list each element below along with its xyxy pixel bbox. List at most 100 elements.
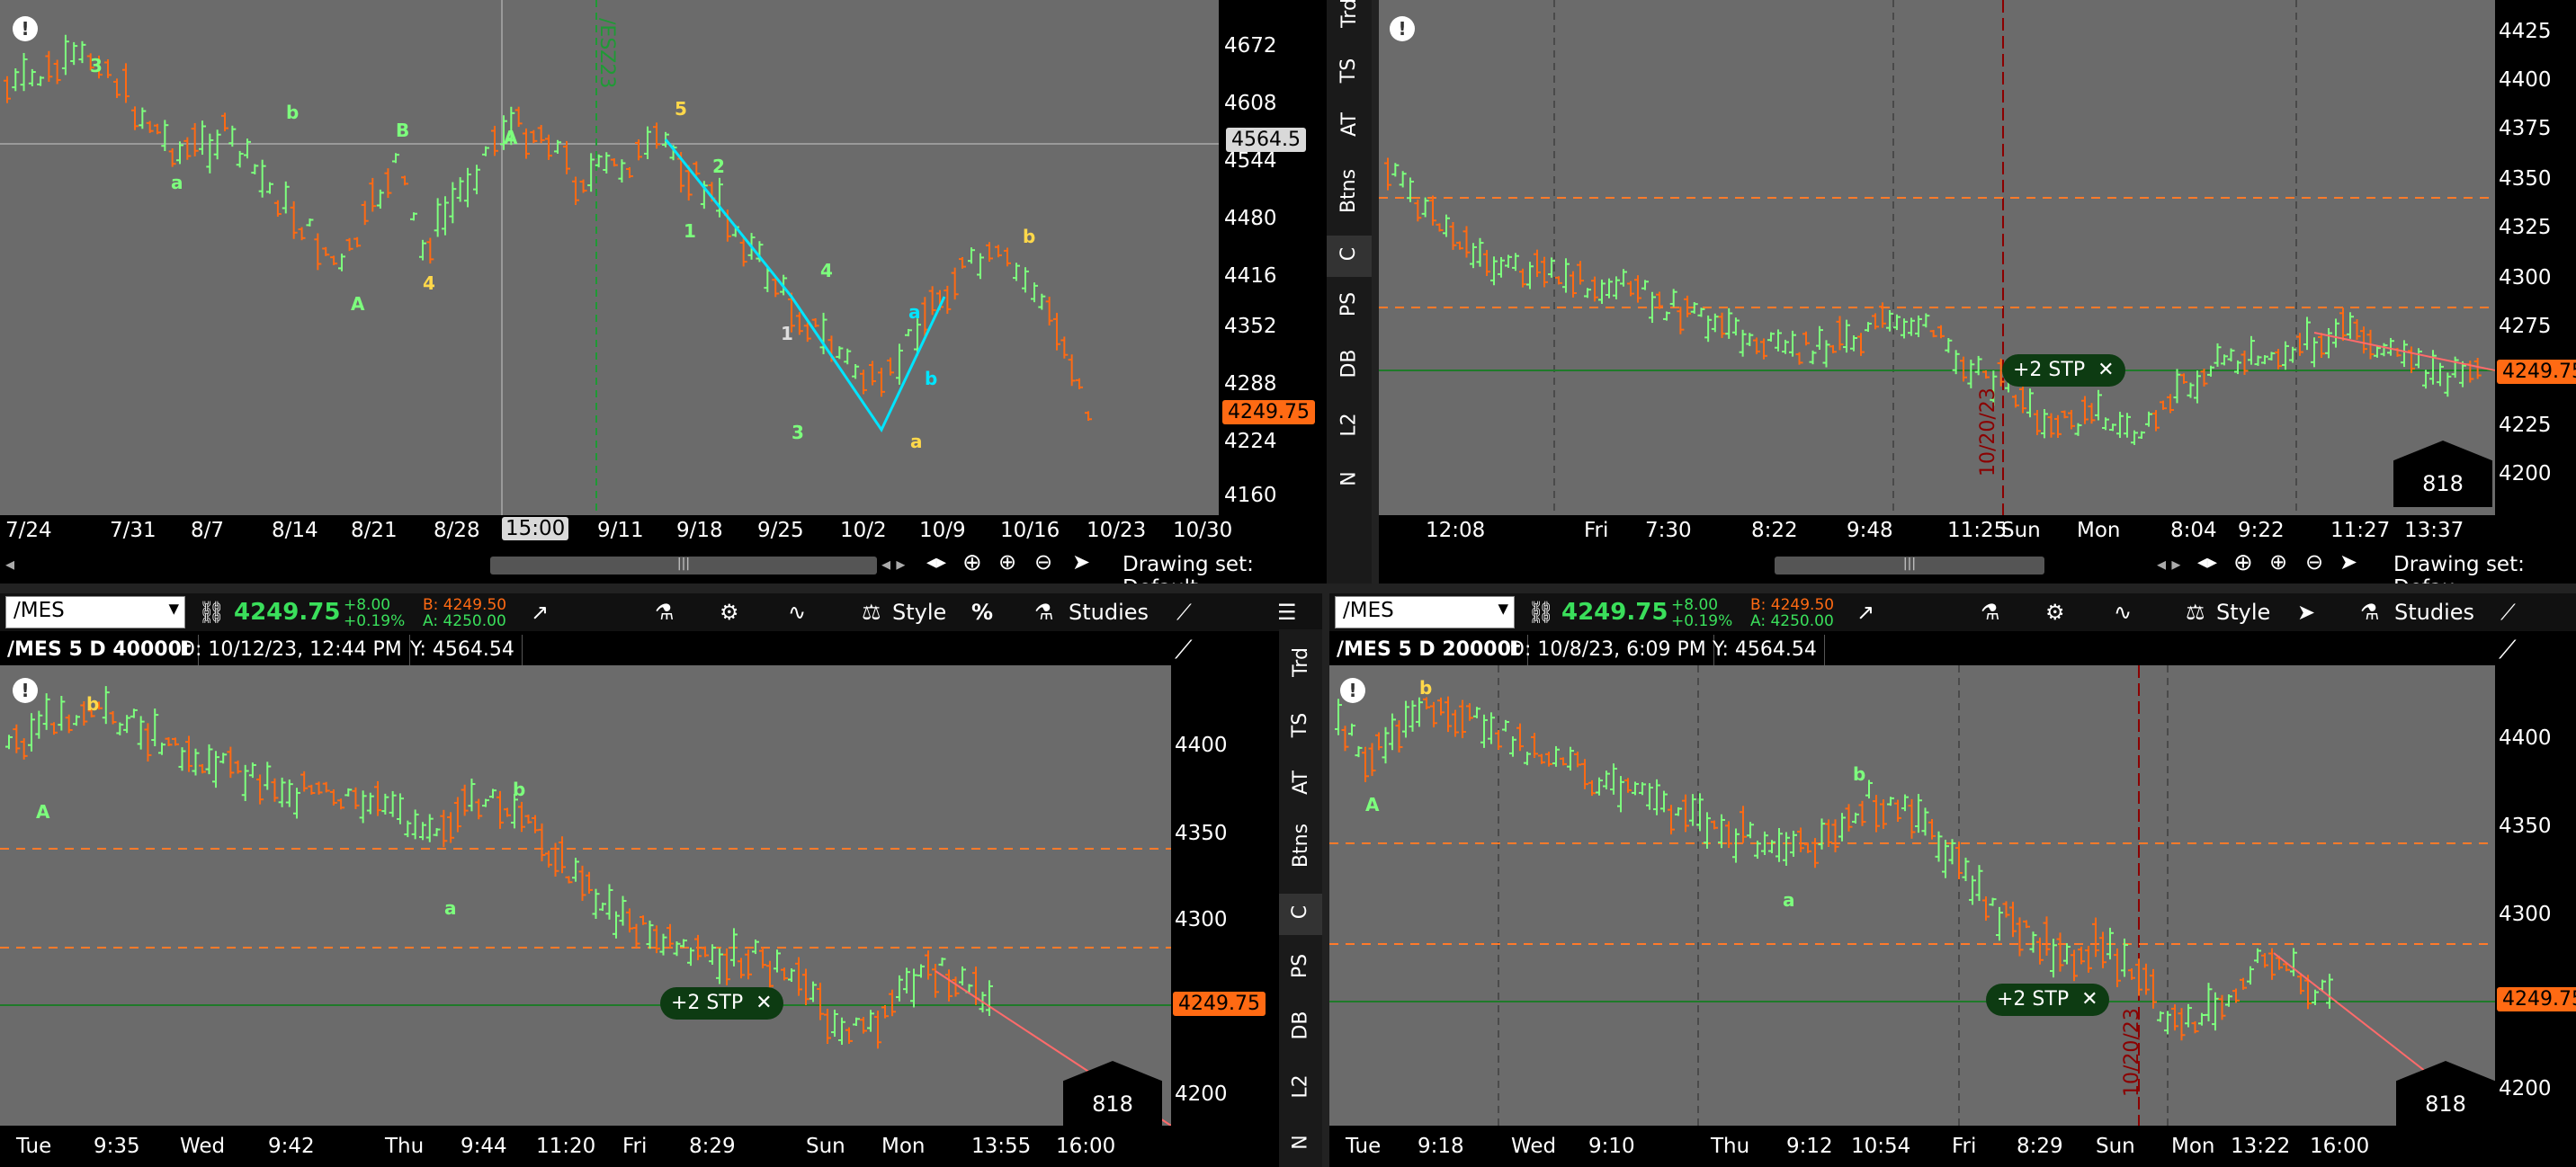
zoom-in-icon[interactable]: ⊕ bbox=[998, 549, 1016, 575]
cursor-icon[interactable]: ➤ bbox=[1072, 549, 1090, 575]
gear-icon[interactable]: ⚙ bbox=[2045, 593, 2065, 631]
expand-icon[interactable]: ◂▸ bbox=[2197, 551, 2217, 574]
flask-icon[interactable]: ⚗ bbox=[1981, 593, 2000, 631]
price-chart-top-left[interactable]: /ESZ23 a b B A 4 5 2 1 4 3 a b 1 a b 3 A bbox=[0, 0, 1219, 515]
tab-at[interactable]: AT bbox=[1279, 771, 1322, 795]
drawing-tools-icon[interactable]: ⟋ bbox=[2500, 593, 2516, 631]
price-chart-bottom-right[interactable]: b Ab a bbox=[1329, 665, 2495, 1126]
stop-order-label[interactable]: +2 STP ✕ bbox=[660, 987, 783, 1020]
cursor-icon[interactable]: ➤ bbox=[2297, 593, 2315, 631]
close-icon[interactable]: ✕ bbox=[2097, 359, 2114, 381]
crosshair-icon[interactable]: ⊕ bbox=[2233, 549, 2253, 576]
tab-n[interactable]: N bbox=[1279, 1131, 1322, 1154]
drawing-tools-icon[interactable]: ⟋ bbox=[1175, 635, 1193, 665]
style-icon[interactable]: ⚖ bbox=[2186, 593, 2205, 631]
chart-bottom-left[interactable]: ! bAba +2 STP ✕ 818 bbox=[0, 665, 1171, 1127]
wave-label: b bbox=[1023, 226, 1035, 247]
toolbar-bottom-left[interactable]: /MES ▾ ⛓ 4249.75 +8.00 +0.19% B: 4249.50 … bbox=[0, 593, 1322, 631]
studies-icon[interactable]: ⚗ bbox=[1034, 593, 1054, 631]
percent-icon[interactable]: % bbox=[971, 593, 993, 631]
chart-bottom-right[interactable]: ! bAba +2 STP ✕ 818 10/20/23 bbox=[1329, 665, 2495, 1127]
chevron-down-icon[interactable]: ▾ bbox=[1498, 597, 1508, 620]
pane-divider-vertical[interactable] bbox=[1322, 593, 1329, 1167]
style-button[interactable]: Style bbox=[2216, 593, 2270, 631]
menu-icon[interactable]: ☰ bbox=[1277, 593, 1297, 631]
style-icon[interactable]: ⚖ bbox=[862, 593, 881, 631]
pulse-icon[interactable]: ∿ bbox=[2114, 593, 2132, 631]
chart-top-right[interactable]: ! +2 STP ✕ 818 10/20/23 bbox=[1379, 0, 2495, 515]
flask-icon[interactable]: ⚗ bbox=[655, 593, 675, 631]
price-chart-top-right[interactable] bbox=[1379, 0, 2495, 515]
sidebar-bottom[interactable]: Trd TS AT Btns C PS DB L2 N bbox=[1279, 629, 1322, 1167]
chart-top-left[interactable]: ! /ESZ23 a b B A 4 5 2 1 4 3 a b 1 a b 3 A bbox=[0, 0, 1219, 515]
scroll-thumb[interactable]: ||| bbox=[1775, 557, 2044, 575]
crosshair-icon[interactable]: ⊕ bbox=[962, 549, 982, 576]
tab-ts[interactable]: TS bbox=[1279, 713, 1322, 737]
sidebar-top[interactable]: Trd TS AT Btns C PS DB L2 N bbox=[1327, 0, 1372, 584]
time-axis-top-right[interactable]: 12:08 Fri 7:30 8:22 9:48 11:25 Sun Mon 8… bbox=[1379, 515, 2576, 548]
scrollbar-top-right[interactable]: ||| ◂ ▸ ◂▸ ⊕ ⊕ ⊖ ➤ Drawing set: Defau bbox=[1379, 548, 2576, 600]
drawing-tools-icon[interactable]: ⟋ bbox=[2499, 635, 2517, 665]
tab-ps[interactable]: PS bbox=[1279, 954, 1322, 978]
toolbar-bottom-right[interactable]: /MES ▾ ⛓ 4249.75 +8.00 +0.19% B: 4249.50 … bbox=[1329, 593, 2576, 631]
scroll-right-icon[interactable]: ◂ ▸ bbox=[881, 553, 905, 575]
last-price-tag: 4249.75 bbox=[1173, 992, 1266, 1016]
price-axis-bottom-left[interactable]: ⟋ 4400 4350 4300 4250 4200 4249.75 bbox=[1171, 635, 1279, 1126]
tab-db[interactable]: DB bbox=[1327, 349, 1372, 378]
studies-icon[interactable]: ⚗ bbox=[2360, 593, 2380, 631]
price-chart-bottom-left[interactable]: b Ab a bbox=[0, 665, 1171, 1126]
share-icon[interactable]: ↗ bbox=[1856, 593, 1874, 631]
tab-at[interactable]: AT bbox=[1327, 112, 1372, 137]
tab-n[interactable]: N bbox=[1327, 468, 1372, 490]
date-label: 8/28 bbox=[434, 519, 480, 542]
tab-db[interactable]: DB bbox=[1279, 1011, 1322, 1039]
price-axis-bottom-right[interactable]: ⟋ 4400 4350 4300 4250 4200 4249.75 bbox=[2495, 635, 2576, 1126]
scroll-thumb[interactable]: ||| bbox=[490, 557, 877, 575]
zoom-out-icon[interactable]: ⊖ bbox=[2305, 549, 2323, 575]
scroll-left-icon[interactable]: ◂ bbox=[5, 553, 14, 575]
zoom-out-icon[interactable]: ⊖ bbox=[1034, 549, 1052, 575]
gear-icon[interactable]: ⚙ bbox=[720, 593, 739, 631]
close-icon[interactable]: ✕ bbox=[756, 992, 772, 1014]
tab-btns[interactable]: Btns bbox=[1279, 824, 1322, 868]
time-axis-top-left[interactable]: 7/24 7/31 8/7 8/14 8/21 8/28 15:00 9/11 … bbox=[0, 515, 1327, 548]
scrollbar-top-left[interactable]: ◂ ||| ◂ ▸ ◂▸ ⊕ ⊕ ⊖ ➤ Drawing set: Defaul… bbox=[0, 548, 1327, 600]
stop-order-label[interactable]: +2 STP ✕ bbox=[2002, 354, 2125, 387]
tab-ts[interactable]: TS bbox=[1327, 58, 1372, 83]
tab-c[interactable]: C bbox=[1279, 894, 1322, 935]
price-axis-top-left[interactable]: 4672 4608 4544 4480 4416 4352 4288 4224 … bbox=[1219, 0, 1327, 515]
link-icon[interactable]: ⛓ bbox=[1527, 593, 1554, 631]
studies-button[interactable]: Studies bbox=[1069, 593, 1149, 631]
zoom-in-icon[interactable]: ⊕ bbox=[2269, 549, 2287, 575]
pane-divider[interactable] bbox=[0, 584, 2576, 593]
close-icon[interactable]: ✕ bbox=[2081, 988, 2097, 1011]
tab-c[interactable]: C bbox=[1327, 236, 1372, 277]
time-axis-bottom-right[interactable]: Tue 9:18 Wed 9:10 Thu 9:12 10:54 Fri 8:2… bbox=[1329, 1126, 2576, 1167]
price-label: 4224 bbox=[1224, 430, 1277, 453]
symbol-selector[interactable]: /MES ▾ bbox=[5, 596, 185, 628]
cursor-icon[interactable]: ➤ bbox=[2339, 549, 2357, 575]
time-label: 8:29 bbox=[2017, 1135, 2063, 1158]
time-label: Fri bbox=[1584, 519, 1609, 542]
studies-button[interactable]: Studies bbox=[2394, 593, 2474, 631]
stop-order-label[interactable]: +2 STP ✕ bbox=[1986, 984, 2109, 1016]
drawing-tools-icon[interactable]: ⟋ bbox=[1176, 593, 1192, 631]
wave-label: 2 bbox=[712, 156, 725, 177]
expand-icon[interactable]: ◂▸ bbox=[926, 551, 946, 574]
time-axis-bottom-left[interactable]: Tue 9:35 Wed 9:42 Thu 9:44 11:20 Fri 8:2… bbox=[0, 1126, 1279, 1167]
pane-divider-vertical-top[interactable] bbox=[1372, 0, 1379, 584]
symbol-selector[interactable]: /MES ▾ bbox=[1335, 596, 1515, 628]
tab-btns[interactable]: Btns bbox=[1327, 169, 1372, 213]
scroll-right-icon[interactable]: ◂ ▸ bbox=[2157, 553, 2180, 575]
chevron-down-icon[interactable]: ▾ bbox=[168, 597, 179, 620]
tab-l2[interactable]: L2 bbox=[1279, 1074, 1322, 1098]
tab-l2[interactable]: L2 bbox=[1327, 413, 1372, 436]
price-axis-top-right[interactable]: 4425 4400 4375 4350 4325 4300 4275 4250 … bbox=[2495, 0, 2576, 515]
tab-trd[interactable]: Trd bbox=[1279, 647, 1322, 677]
share-icon[interactable]: ↗ bbox=[531, 593, 549, 631]
tab-trd[interactable]: Trd bbox=[1327, 0, 1372, 28]
tab-ps[interactable]: PS bbox=[1327, 292, 1372, 316]
style-button[interactable]: Style bbox=[892, 593, 946, 631]
pulse-icon[interactable]: ∿ bbox=[788, 593, 806, 631]
link-icon[interactable]: ⛓ bbox=[198, 593, 225, 631]
